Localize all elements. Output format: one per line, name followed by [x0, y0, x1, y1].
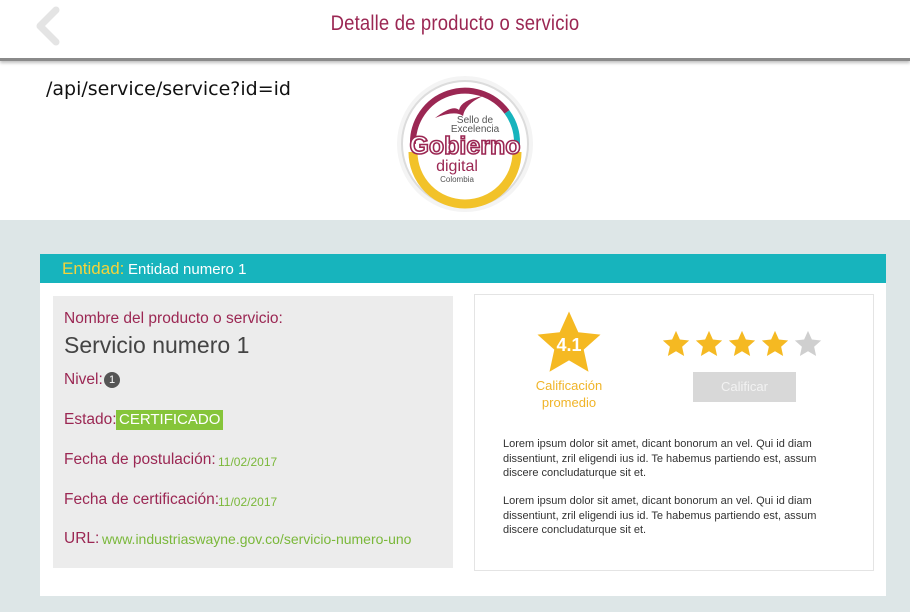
star-rating[interactable] — [661, 329, 826, 361]
star-empty-icon[interactable] — [793, 329, 823, 359]
service-details-panel: Nombre del producto o servicio: Servicio… — [53, 296, 453, 568]
certification-date-label: Fecha de certificación: — [64, 491, 220, 508]
level-badge: 1 — [104, 372, 120, 388]
rate-button[interactable]: Calificar — [693, 372, 796, 402]
service-url-link[interactable]: www.industriaswayne.gov.co/servicio-nume… — [102, 531, 411, 547]
application-date-value: 11/02/2017 — [218, 455, 278, 469]
star-filled-icon[interactable] — [694, 329, 724, 359]
status-label: Estado: — [64, 411, 117, 428]
page-title: Detalle de producto o servicio — [330, 12, 580, 35]
service-name: Servicio numero 1 — [64, 332, 250, 358]
application-date-label: Fecha de postulación: — [64, 451, 216, 468]
entity-value: Entidad numero 1 — [128, 261, 247, 278]
seal-text-4: digital — [436, 158, 478, 175]
entity-label: Entidad: — [62, 259, 125, 278]
star-filled-icon[interactable] — [661, 329, 691, 359]
service-name-label: Nombre del producto o servicio: — [64, 310, 283, 327]
gobierno-digital-seal-logo: Sello de Excelencia Gobierno digital Col… — [397, 76, 533, 212]
app-header: Detalle de producto o servicio — [0, 0, 910, 61]
certification-date-value: 11/02/2017 — [218, 495, 278, 509]
average-rating-caption: Calificación promedio — [515, 377, 623, 411]
star-filled-icon[interactable] — [760, 329, 790, 359]
description-paragraph-2: Lorem ipsum dolor sit amet, dicant bonor… — [503, 495, 817, 536]
level-label: Nivel: — [64, 371, 103, 388]
caption-line-1: Calificación — [535, 378, 603, 393]
url-label: URL: — [64, 530, 100, 547]
api-path-text: /api/service/service?id=id — [46, 78, 291, 100]
caption-line-2: promedio — [541, 395, 597, 410]
rating-panel: 4.1 Calificación promedio Calificar Lore… — [474, 294, 874, 571]
seal-text-5: Colombia — [440, 175, 474, 184]
star-filled-icon[interactable] — [727, 329, 757, 359]
average-rating-value: 4.1 — [556, 335, 582, 355]
seal-text-3: Gobierno — [409, 132, 520, 160]
entity-bar: Entidad: Entidad numero 1 — [40, 254, 886, 283]
status-badge: CERTIFICADO — [116, 410, 224, 430]
description-paragraph-1: Lorem ipsum dolor sit amet, dicant bonor… — [503, 438, 817, 479]
